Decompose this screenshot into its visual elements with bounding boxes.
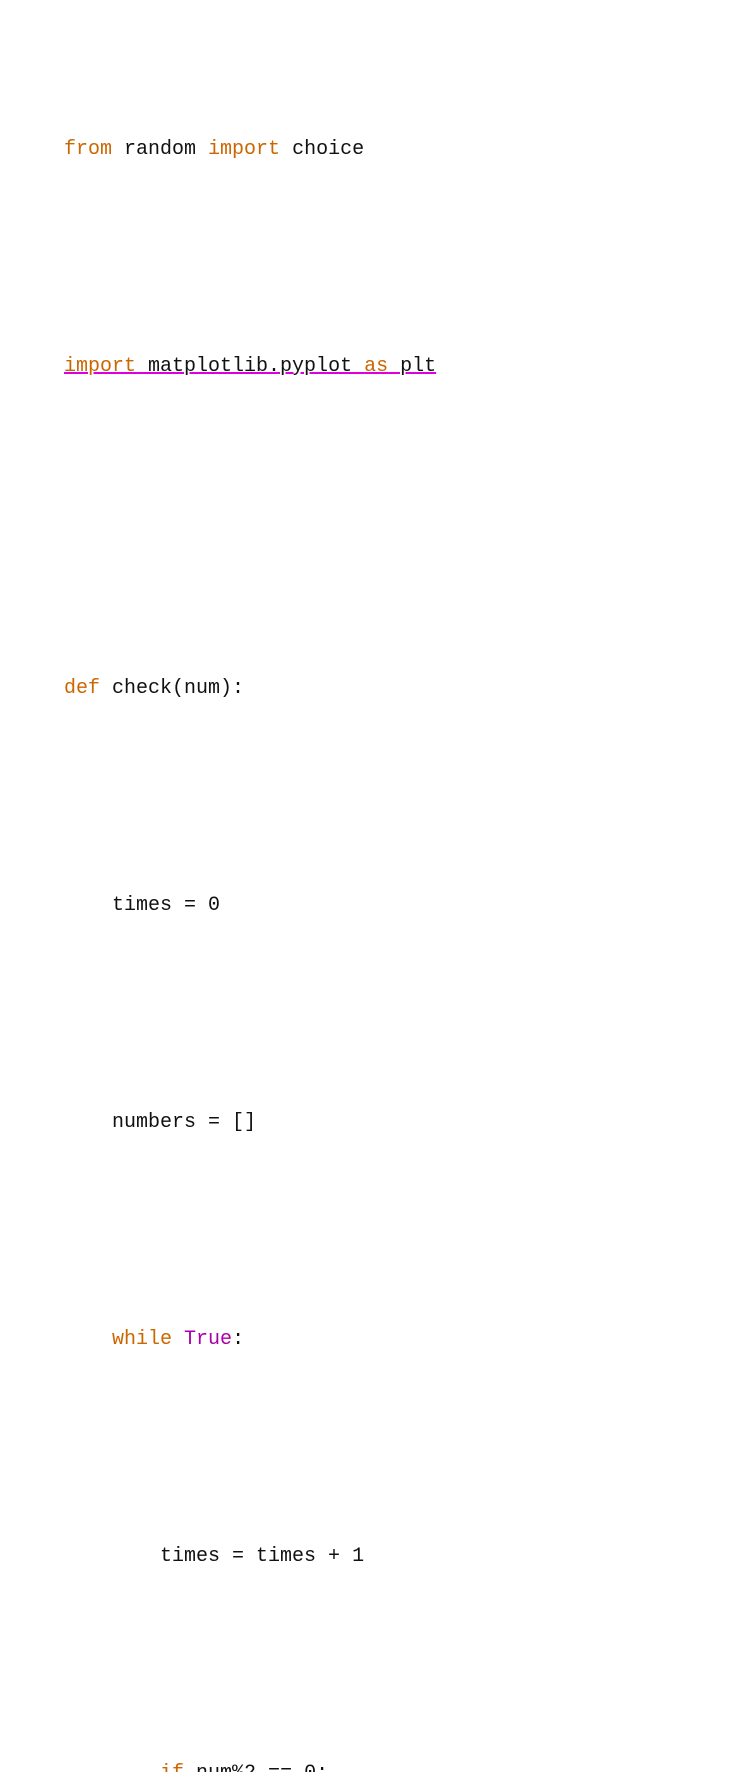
code-line-8: if num%2 == 0: [16,1727,732,1772]
code-matplotlib: matplotlib.pyplot [136,355,364,378]
code-check: check(num): [100,677,244,700]
code-line-4: times = 0 [16,859,732,952]
code-choice: choice [280,138,364,161]
code-line-5: numbers = [] [16,1076,732,1169]
keyword-def: def [64,677,100,700]
code-indent-while [64,1328,112,1351]
keyword-if: if [160,1762,184,1772]
keyword-while: while [112,1328,172,1351]
code-random: random [112,138,208,161]
keyword-from: from [64,138,112,161]
code-line-1: from random import choice [16,103,732,196]
keyword-import: import [208,138,280,161]
keyword-true: True [172,1328,232,1351]
keyword-as: as [364,355,388,378]
code-times-init: times = 0 [64,894,220,917]
keyword-import2: import [64,355,136,378]
code-line-2: import matplotlib.pyplot as plt [16,320,732,413]
code-indent-if [64,1762,160,1772]
code-num-mod: num%2 == 0: [184,1762,328,1772]
code-times-inc: times = times + 1 [64,1545,364,1568]
code-line-3: def check(num): [16,642,732,735]
code-plt: plt [388,355,436,378]
code-line-7: times = times + 1 [16,1510,732,1603]
code-numbers-init: numbers = [] [64,1111,256,1134]
spacer-1 [16,506,732,518]
code-display: from random import choice import matplot… [16,10,732,1772]
code-line-6: while True: [16,1293,732,1386]
code-colon-while: : [232,1328,244,1351]
